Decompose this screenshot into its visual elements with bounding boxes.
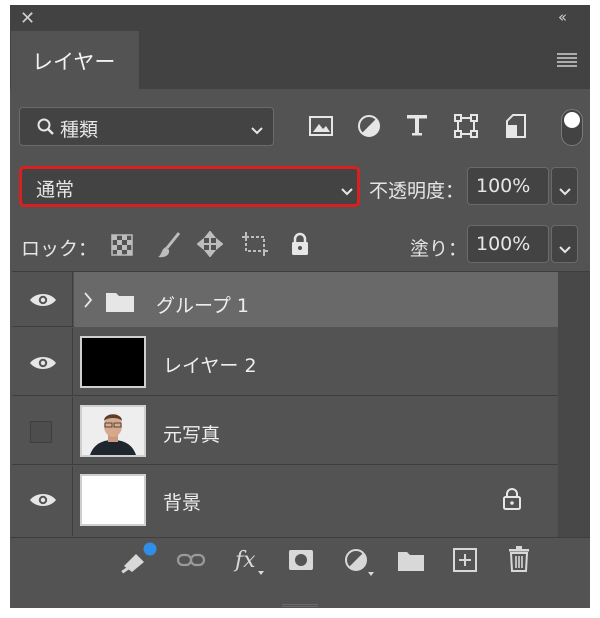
filter-kind-label: 種類: [60, 119, 99, 141]
smart-object-filter-icon[interactable]: [505, 113, 527, 139]
layers-scrollbar[interactable]: [558, 272, 590, 537]
collapse-button[interactable]: ‹‹: [558, 8, 567, 26]
eye-icon[interactable]: [29, 492, 57, 508]
fx-icon[interactable]: fx: [233, 544, 267, 576]
chevron-down-icon: [558, 240, 572, 254]
layer-name: グループ 1: [156, 295, 249, 317]
filter-kind-select[interactable]: 種類: [19, 107, 274, 146]
lock-image-pixels-icon[interactable]: [157, 231, 183, 259]
lock-transparent-pixels-icon[interactable]: [111, 234, 133, 256]
lock-icon: [502, 487, 522, 511]
resize-grip[interactable]: [282, 593, 318, 607]
eye-icon[interactable]: [29, 292, 57, 308]
fill-label: 塗り：: [410, 238, 468, 260]
eye-icon[interactable]: [29, 355, 57, 371]
lock-all-icon[interactable]: [290, 232, 310, 256]
blend-mode-select[interactable]: 通常: [19, 166, 360, 207]
layer-row-selected-bg: [74, 272, 558, 327]
opacity-dropdown-button[interactable]: [551, 167, 578, 205]
trash-icon[interactable]: [508, 546, 530, 572]
chevron-down-icon: [250, 121, 264, 135]
close-button[interactable]: ✕: [20, 8, 35, 29]
shape-filter-icon[interactable]: [454, 114, 478, 138]
fill-input[interactable]: 100%: [467, 225, 549, 263]
layer-mask-icon[interactable]: [288, 549, 314, 571]
layer-name: 元写真: [163, 424, 221, 446]
opacity-value: 100%: [476, 175, 531, 197]
link-icon[interactable]: [176, 550, 206, 570]
panel-title-bar: [10, 5, 590, 31]
adjustment-filter-icon[interactable]: [357, 114, 381, 138]
layer-name: 背景: [163, 492, 202, 514]
search-icon: [36, 117, 56, 137]
layer-name: レイヤー 2: [163, 355, 257, 377]
toggle-knob: [564, 112, 580, 128]
filter-toggle-switch[interactable]: [561, 109, 583, 146]
lock-artboard-icon[interactable]: [240, 231, 270, 257]
opacity-input[interactable]: 100%: [467, 167, 549, 205]
lock-position-icon[interactable]: [196, 230, 224, 258]
panel-menu-icon[interactable]: [556, 51, 578, 67]
adjustment-layer-icon[interactable]: [343, 547, 377, 577]
new-layer-icon[interactable]: [453, 548, 477, 572]
fill-value: 100%: [476, 233, 531, 255]
visibility-checkbox[interactable]: [30, 421, 52, 443]
tab-layers[interactable]: レイヤー: [11, 31, 139, 89]
layer-thumbnail: [80, 474, 146, 526]
type-filter-icon[interactable]: [405, 112, 429, 138]
lock-label: ロック：: [21, 238, 98, 260]
chevron-right-icon[interactable]: [83, 291, 93, 309]
svg-text:fx: fx: [233, 548, 256, 573]
new-group-folder-icon[interactable]: [397, 548, 425, 572]
link-layers-search-icon[interactable]: [118, 542, 158, 578]
folder-icon: [105, 289, 135, 313]
chevron-down-icon: [340, 182, 354, 196]
layer-thumbnail: [80, 336, 146, 388]
tab-layers-label: レイヤー: [32, 50, 116, 74]
portrait-image: [82, 407, 144, 455]
blend-mode-value: 通常: [36, 179, 75, 201]
opacity-label: 不透明度：: [369, 180, 465, 202]
chevron-down-icon: [558, 182, 572, 196]
fill-dropdown-button[interactable]: [551, 225, 578, 263]
image-filter-icon[interactable]: [309, 115, 333, 137]
layer-thumbnail-photo: [80, 405, 146, 457]
